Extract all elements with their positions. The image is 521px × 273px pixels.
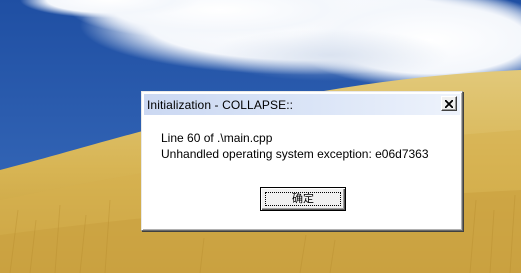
ok-button-label: 确定 (292, 192, 314, 205)
dialog-title: Initialization - COLLAPSE:: (147, 98, 294, 112)
desktop-wallpaper: Initialization - COLLAPSE:: Line 60 of .… (0, 0, 521, 273)
message-line-exception: Unhandled operating system exception: e0… (161, 147, 429, 161)
ok-button[interactable]: 确定 (260, 187, 346, 211)
message-line-location: Line 60 of .\main.cpp (161, 131, 273, 145)
error-dialog: Initialization - COLLAPSE:: Line 60 of .… (141, 91, 463, 231)
close-icon (445, 100, 453, 108)
dialog-message: Line 60 of .\main.cpp Unhandled operatin… (161, 130, 429, 162)
dialog-titlebar[interactable]: Initialization - COLLAPSE:: (144, 94, 460, 115)
close-button[interactable] (441, 96, 457, 111)
